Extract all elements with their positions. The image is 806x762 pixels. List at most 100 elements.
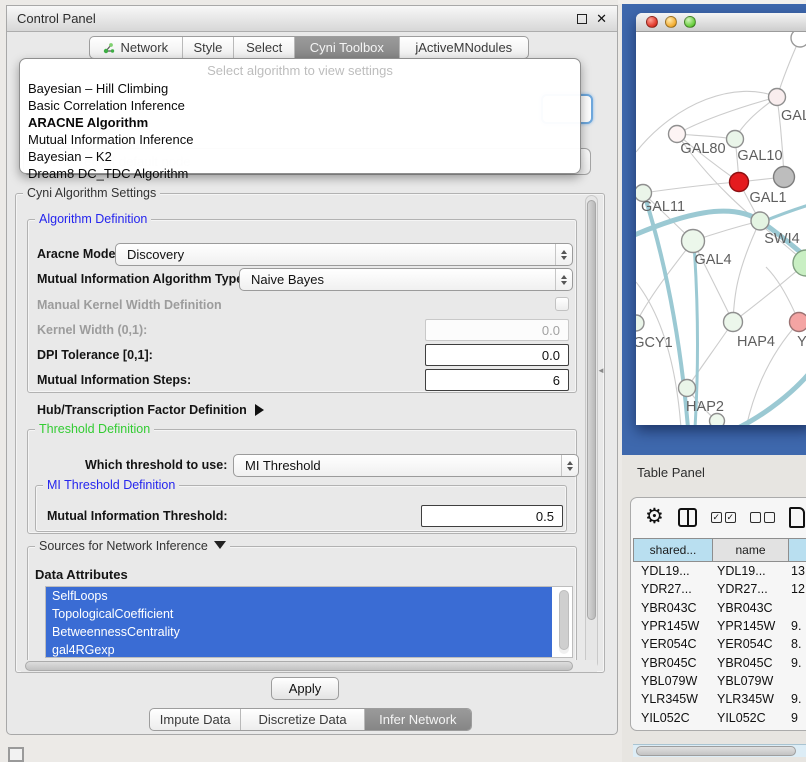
- tab-cyni-toolbox[interactable]: Cyni Toolbox: [295, 37, 400, 58]
- close-icon[interactable]: ✕: [596, 14, 607, 24]
- algorithm-popup-item[interactable]: Mutual Information Inference: [20, 131, 580, 148]
- network-node[interactable]: [636, 315, 644, 331]
- data-attributes-label: Data Attributes: [35, 567, 128, 582]
- mi-steps-input[interactable]: 6: [425, 369, 569, 391]
- kernel-width-input[interactable]: 0.0: [425, 319, 569, 341]
- algorithm-popup-item[interactable]: Bayesian – K2: [20, 148, 580, 165]
- network-node[interactable]: [751, 212, 769, 230]
- column-header-name[interactable]: name: [713, 538, 789, 562]
- tab-discretize-data[interactable]: Discretize Data: [241, 709, 364, 730]
- network-node[interactable]: [774, 167, 795, 188]
- mi-threshold-label: Mutual Information Threshold:: [47, 509, 228, 523]
- network-node[interactable]: [769, 89, 786, 106]
- network-node-label: GAL4: [694, 252, 731, 268]
- tab-style[interactable]: Style: [183, 37, 235, 58]
- table-horizontal-scrollbar[interactable]: [633, 744, 806, 757]
- zoom-traffic-light-icon[interactable]: [684, 16, 696, 28]
- network-node[interactable]: [724, 313, 743, 332]
- dpi-tolerance-label: DPI Tolerance [0,1]:: [37, 348, 153, 362]
- deselect-all-icon[interactable]: [750, 512, 775, 523]
- attribute-list-item[interactable]: SelfLoops: [46, 587, 552, 605]
- algorithm-popup-item[interactable]: Dream8 DC_TDC Algorithm: [20, 165, 580, 182]
- network-node[interactable]: [727, 131, 744, 148]
- algorithm-popup-item[interactable]: ARACNE Algorithm: [20, 114, 580, 131]
- column-view-icon[interactable]: [678, 508, 697, 527]
- settings-gear-icon[interactable]: ⚙: [645, 507, 664, 527]
- column-header-next[interactable]: A: [789, 538, 806, 562]
- attribute-list-item[interactable]: BetweennessCentrality: [46, 623, 552, 641]
- table-row[interactable]: YDR27... YDR27... 12: [633, 580, 806, 598]
- table-header-row: shared... name A: [633, 538, 806, 562]
- table-panel-title: Table Panel: [637, 465, 705, 480]
- algorithm-popup-item[interactable]: Bayesian – Hill Climbing: [20, 80, 580, 97]
- column-header-shared-name[interactable]: shared...: [633, 538, 713, 562]
- table-row[interactable]: YPR145W YPR145W 9.: [633, 617, 806, 635]
- network-node-label: HAP2: [686, 399, 724, 415]
- mi-threshold-input[interactable]: 0.5: [421, 505, 563, 527]
- sources-group-title: Sources for Network Inference: [35, 539, 230, 553]
- bottom-tabbar: Impute Data Discretize Data Infer Networ…: [149, 708, 472, 731]
- select-all-icon[interactable]: ✓✓: [711, 512, 736, 523]
- which-threshold-combo[interactable]: MI Threshold: [233, 454, 579, 477]
- network-node[interactable]: [669, 126, 686, 143]
- settings-vertical-scrollbar[interactable]: [585, 195, 598, 669]
- aracne-mode-label: Aracne Mode:: [37, 247, 120, 261]
- algorithm-popup-item[interactable]: Basic Correlation Inference: [20, 97, 580, 114]
- network-node[interactable]: [790, 313, 806, 332]
- mi-type-combo[interactable]: Naive Bayes: [239, 268, 573, 291]
- hub-definition-expander[interactable]: Hub/Transcription Factor Definition: [37, 403, 264, 417]
- threshold-definition-title: Threshold Definition: [35, 422, 154, 436]
- table-row[interactable]: YDL19... YDL19... 13: [633, 562, 806, 580]
- network-thick-edges: [636, 194, 806, 425]
- panel-title: Control Panel: [17, 11, 96, 26]
- table-rows: YDL19... YDL19... 13 YDR27... YDR27... 1…: [633, 562, 806, 727]
- tab-jactivemnodules[interactable]: jActiveMNodules: [400, 37, 528, 58]
- settings-horizontal-scrollbar[interactable]: [21, 660, 597, 672]
- aracne-mode-combo[interactable]: Discovery: [115, 243, 573, 266]
- network-node-label: GCY1: [636, 335, 673, 351]
- network-node[interactable]: [679, 380, 696, 397]
- panel-divider-handle[interactable]: ◄: [597, 366, 605, 375]
- popup-hint: Select algorithm to view settings: [20, 63, 580, 80]
- tab-select[interactable]: Select: [234, 37, 295, 58]
- network-view-window: GALGAL80GAL10GAL1GAL11SWI4GAL4GCY1HAP4YH…: [636, 13, 806, 425]
- network-node[interactable]: [710, 414, 725, 426]
- table-row[interactable]: YBR043C YBR043C: [633, 599, 806, 617]
- manual-kernel-checkbox[interactable]: [555, 297, 569, 311]
- control-panel-window: Control Panel ✕ Network Style: [6, 5, 618, 735]
- attribute-list-item[interactable]: TopologicalCoefficient: [46, 605, 552, 623]
- table-row[interactable]: YBR045C YBR045C 9.: [633, 653, 806, 671]
- apply-button[interactable]: Apply: [271, 677, 339, 700]
- table-row[interactable]: YBL079W YBL079W: [633, 672, 806, 690]
- tab-network[interactable]: Network: [90, 37, 183, 58]
- table-row[interactable]: YER054C YER054C 8.: [633, 635, 806, 653]
- attribute-list-scrollbar[interactable]: [559, 590, 569, 654]
- float-icon[interactable]: [577, 14, 587, 24]
- minimize-traffic-light-icon[interactable]: [665, 16, 677, 28]
- network-graph[interactable]: GALGAL80GAL10GAL1GAL11SWI4GAL4GCY1HAP4YH…: [636, 32, 806, 425]
- network-node[interactable]: [682, 230, 705, 253]
- tab-infer-network[interactable]: Infer Network: [365, 709, 471, 730]
- node-table: shared... name A YDL19... YDL19... 13: [633, 538, 806, 727]
- network-window-titlebar[interactable]: [636, 13, 806, 32]
- collapsed-panel-icon[interactable]: [8, 747, 24, 762]
- table-row[interactable]: YLR345W YLR345W 9.: [633, 690, 806, 708]
- network-icon: [103, 42, 115, 54]
- tab-impute-data[interactable]: Impute Data: [150, 709, 241, 730]
- dpi-tolerance-input[interactable]: 0.0: [425, 344, 569, 366]
- table-row[interactable]: YIL052C YIL052C 9: [633, 708, 806, 726]
- mi-steps-label: Mutual Information Steps:: [37, 373, 191, 387]
- scrollbar-thumb[interactable]: [636, 746, 796, 756]
- stepper-arrows-icon: [555, 269, 572, 290]
- algorithm-definition-title: Algorithm Definition: [35, 212, 151, 226]
- control-panel-tabbar: Network Style Select Cyni Toolbox jActiv…: [89, 36, 529, 59]
- kernel-width-label: Kernel Width (0,1):: [37, 323, 147, 337]
- scrollbar-thumb[interactable]: [25, 661, 573, 671]
- document-icon[interactable]: [789, 507, 805, 528]
- network-node[interactable]: [791, 32, 806, 47]
- close-traffic-light-icon[interactable]: [646, 16, 658, 28]
- attribute-list-item[interactable]: gal4RGexp: [46, 641, 552, 658]
- network-node-label: Y: [797, 334, 806, 350]
- scrollbar-thumb[interactable]: [587, 200, 596, 620]
- network-node[interactable]: [730, 173, 749, 192]
